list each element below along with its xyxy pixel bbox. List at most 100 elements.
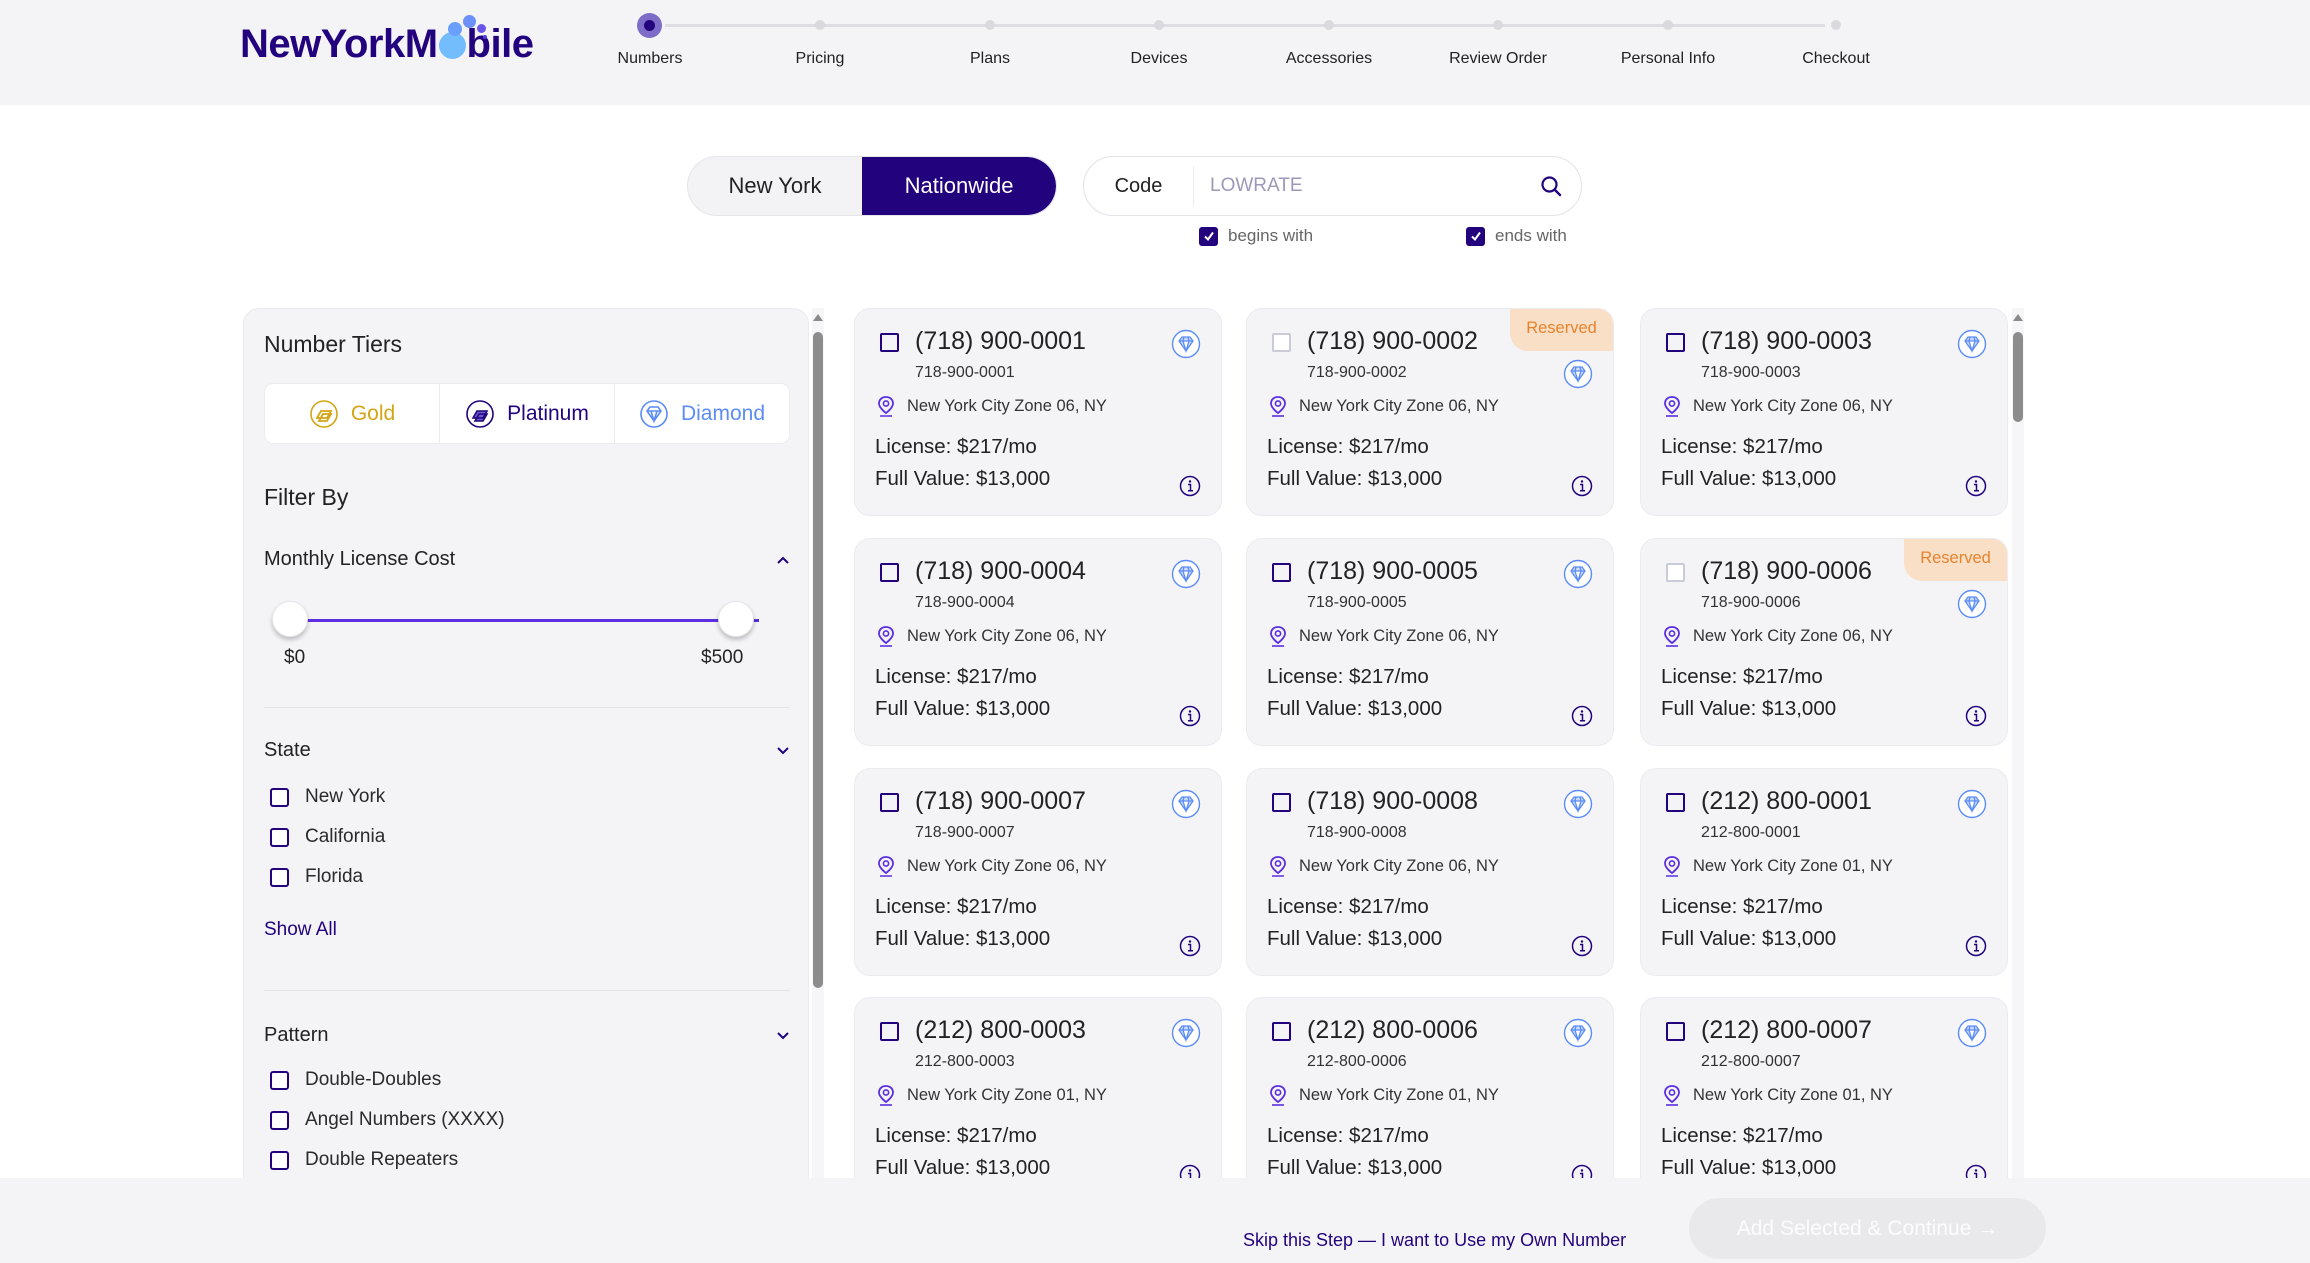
info-button[interactable] bbox=[1179, 475, 1201, 502]
select-number-checkbox[interactable] bbox=[1272, 563, 1291, 582]
tier-diamond[interactable]: Diamond bbox=[615, 384, 789, 443]
select-number-checkbox[interactable] bbox=[880, 793, 899, 812]
number-location: New York City Zone 01, NY bbox=[1663, 1084, 1893, 1106]
checkbox[interactable] bbox=[270, 867, 289, 887]
info-icon[interactable] bbox=[1965, 475, 1987, 497]
region-option-nationwide[interactable]: Nationwide bbox=[862, 157, 1056, 215]
pattern-option-double-repeaters[interactable]: Double Repeaters bbox=[270, 1149, 458, 1171]
scroll-up-arrow-icon[interactable] bbox=[813, 314, 823, 321]
pattern-filter-header[interactable]: Pattern bbox=[264, 1024, 790, 1047]
phone-number: (212) 800-0001 bbox=[1701, 787, 1872, 815]
checkbox[interactable] bbox=[270, 1150, 289, 1170]
license-cost-slider-track[interactable] bbox=[289, 619, 759, 622]
ends-with-option[interactable]: ends with bbox=[1466, 226, 1567, 246]
number-card[interactable]: (718) 900-0008 718-900-0008 New York City … bbox=[1246, 768, 1614, 976]
select-number-checkbox[interactable] bbox=[1272, 793, 1291, 812]
results-scroll-thumb[interactable] bbox=[2013, 332, 2023, 422]
state-show-all-link[interactable]: Show All bbox=[264, 919, 337, 941]
results-scrollbar[interactable] bbox=[2012, 308, 2024, 1178]
step-dot bbox=[815, 20, 825, 30]
chevron-down-icon[interactable] bbox=[776, 1031, 790, 1041]
info-icon[interactable] bbox=[1179, 935, 1201, 957]
brand-name-part1: NewYorkM bbox=[240, 22, 438, 66]
begins-with-checkbox[interactable] bbox=[1199, 226, 1218, 246]
info-button[interactable] bbox=[1965, 935, 1987, 962]
logo-bubble-icon bbox=[483, 35, 487, 39]
number-card[interactable]: (718) 900-0003 718-900-0003 New York City … bbox=[1640, 308, 2008, 516]
chevron-down-icon[interactable] bbox=[776, 746, 790, 756]
info-button[interactable] bbox=[1571, 705, 1593, 732]
select-number-checkbox[interactable] bbox=[880, 1022, 899, 1041]
info-button[interactable] bbox=[1179, 705, 1201, 732]
info-icon[interactable] bbox=[1179, 705, 1201, 727]
info-icon[interactable] bbox=[1571, 935, 1593, 957]
state-option-label: New York bbox=[305, 786, 386, 807]
step-dot bbox=[1493, 20, 1503, 30]
skip-step-link[interactable]: Skip this Step — I want to Use my Own Nu… bbox=[1243, 1230, 1626, 1251]
begins-with-option[interactable]: begins with bbox=[1199, 226, 1313, 246]
state-option-california[interactable]: California bbox=[270, 826, 385, 848]
number-card[interactable]: (718) 900-0004 718-900-0004 New York City … bbox=[854, 538, 1222, 746]
select-number-checkbox[interactable] bbox=[1666, 333, 1685, 352]
checkbox[interactable] bbox=[270, 1110, 289, 1130]
checkbox[interactable] bbox=[270, 827, 289, 847]
checkbox[interactable] bbox=[270, 1070, 289, 1090]
location-text: New York City Zone 06, NY bbox=[1299, 396, 1499, 415]
region-option-new-york[interactable]: New York bbox=[688, 157, 862, 215]
state-option-new-york[interactable]: New York bbox=[270, 786, 385, 808]
diamond-tier-icon bbox=[1563, 359, 1593, 389]
number-card[interactable]: (212) 800-0003 212-800-0003 New York City … bbox=[854, 997, 1222, 1205]
info-button[interactable] bbox=[1179, 935, 1201, 962]
number-card[interactable]: (718) 900-0007 718-900-0007 New York City … bbox=[854, 768, 1222, 976]
info-icon[interactable] bbox=[1571, 475, 1593, 497]
pattern-option-double-doubles[interactable]: Double-Doubles bbox=[270, 1069, 441, 1091]
pattern-option-angel-numbers[interactable]: Angel Numbers (XXXX) bbox=[270, 1109, 505, 1131]
info-button[interactable] bbox=[1571, 475, 1593, 502]
ends-with-checkbox[interactable] bbox=[1466, 226, 1485, 246]
chevron-up-icon[interactable] bbox=[776, 555, 790, 565]
info-button[interactable] bbox=[1965, 705, 1987, 732]
add-selected-continue-button[interactable]: Add Selected & Continue → bbox=[1689, 1198, 2046, 1259]
scroll-up-arrow-icon[interactable] bbox=[2013, 314, 2023, 321]
license-price: License: $217/mo bbox=[1661, 1124, 1823, 1147]
number-card[interactable]: (718) 900-0005 718-900-0005 New York City … bbox=[1246, 538, 1614, 746]
info-button[interactable] bbox=[1965, 475, 1987, 502]
slider-max-handle[interactable] bbox=[718, 601, 754, 637]
license-cost-header[interactable]: Monthly License Cost bbox=[264, 548, 790, 571]
select-number-checkbox[interactable] bbox=[1272, 1022, 1291, 1041]
tier-badge bbox=[1563, 359, 1593, 394]
search-button[interactable] bbox=[1521, 156, 1581, 216]
sidebar-scroll-thumb[interactable] bbox=[813, 332, 823, 988]
checkbox[interactable] bbox=[270, 787, 289, 807]
brand-logo[interactable]: NewYorkM bile bbox=[240, 15, 534, 72]
slider-min-handle[interactable] bbox=[272, 601, 308, 637]
info-icon[interactable] bbox=[1571, 705, 1593, 727]
select-number-checkbox[interactable] bbox=[880, 563, 899, 582]
tier-badge bbox=[1563, 789, 1593, 824]
location-pin-icon bbox=[1270, 626, 1286, 647]
info-button[interactable] bbox=[1571, 935, 1593, 962]
sidebar-scrollbar[interactable] bbox=[812, 308, 824, 1178]
number-card[interactable]: (718) 900-0002 718-900-0002 New York City … bbox=[1246, 308, 1614, 516]
info-icon[interactable] bbox=[1965, 705, 1987, 727]
tier-gold[interactable]: Gold bbox=[265, 384, 440, 443]
number-card[interactable]: (212) 800-0007 212-800-0007 New York City … bbox=[1640, 997, 2008, 1205]
ends-with-label: ends with bbox=[1495, 226, 1567, 245]
select-number-checkbox[interactable] bbox=[1666, 1022, 1685, 1041]
number-card[interactable]: (212) 800-0001 212-800-0001 New York City … bbox=[1640, 768, 2008, 976]
code-search-input[interactable] bbox=[1194, 175, 1521, 197]
logo-bubble-icon bbox=[477, 24, 486, 33]
info-icon[interactable] bbox=[1965, 935, 1987, 957]
number-location: New York City Zone 06, NY bbox=[1269, 855, 1499, 877]
state-filter-header[interactable]: State bbox=[264, 739, 790, 762]
select-number-checkbox[interactable] bbox=[1666, 793, 1685, 812]
number-card[interactable]: (212) 800-0006 212-800-0006 New York City … bbox=[1246, 997, 1614, 1205]
info-icon[interactable] bbox=[1179, 475, 1201, 497]
select-number-checkbox[interactable] bbox=[880, 333, 899, 352]
number-card[interactable]: (718) 900-0006 718-900-0006 New York City … bbox=[1640, 538, 2008, 746]
number-card[interactable]: (718) 900-0001 718-900-0001 New York City … bbox=[854, 308, 1222, 516]
tier-platinum[interactable]: Platinum bbox=[440, 384, 615, 443]
state-option-florida[interactable]: Florida bbox=[270, 866, 363, 888]
full-value-price: Full Value: $13,000 bbox=[1267, 1156, 1443, 1179]
footer-bar: Skip this Step — I want to Use my Own Nu… bbox=[0, 1178, 2310, 1263]
